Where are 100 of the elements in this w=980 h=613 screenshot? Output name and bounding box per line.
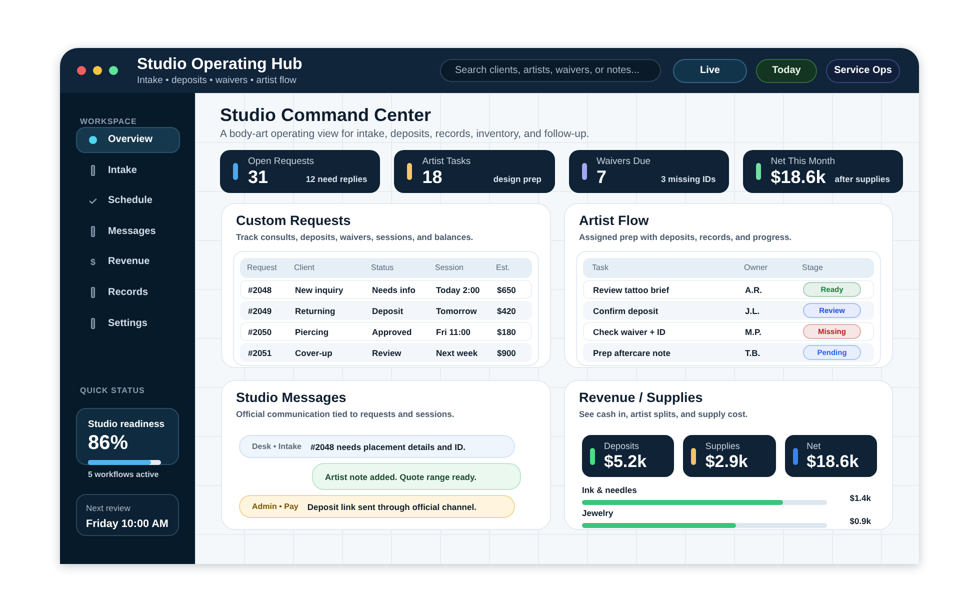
- column-header: Status: [371, 263, 395, 273]
- table-cell-text: M.P.: [745, 326, 762, 336]
- bar-icon: [91, 287, 95, 298]
- page-title: Studio Command Center: [220, 104, 432, 126]
- panel-title: Custom Requests: [235, 213, 352, 229]
- table-row[interactable]: #2049 Returning Deposit Tomorrow $420: [240, 301, 532, 320]
- table-cell-text: Piercing: [295, 326, 330, 336]
- message-text: Artist note added. Quote range ready.: [325, 472, 476, 482]
- bar-icon: [91, 318, 95, 330]
- table-cell-text: Approved: [372, 326, 413, 336]
- column-header: Stage: [802, 263, 824, 273]
- sender-label: Desk • Intake: [252, 442, 302, 452]
- panel-subtitle: Track consults, deposits, waivers, sessions, and balances.: [235, 232, 474, 243]
- live-button[interactable]: Live: [673, 58, 747, 82]
- next-review-value: Friday 10:00 AM: [86, 517, 169, 532]
- panel-title: Revenue / Supplies: [578, 390, 704, 406]
- table-cell-text: Next week: [436, 348, 479, 358]
- search-field[interactable]: Search clients, artists, waivers, or notes...: [440, 59, 661, 82]
- table-cell-text: New inquiry: [295, 284, 344, 294]
- table-cell-text: $900: [497, 348, 517, 358]
- workflow-count: 5 workflows active: [87, 470, 160, 480]
- stat-label: Artist Tasks: [422, 156, 472, 167]
- table-cell-text: #2049: [248, 306, 273, 316]
- panel-title: Artist Flow: [578, 213, 650, 229]
- nav-item[interactable]: Intake: [76, 158, 180, 184]
- nav-item[interactable]: Settings: [76, 310, 180, 337]
- table-cell-text: #2051: [248, 348, 273, 358]
- message-text: #2048 needs placement details and ID.: [310, 442, 466, 452]
- page-subtitle: A body-art operating view for intake, deposits, records, inventory, and follow-up.: [220, 128, 590, 141]
- table-cell-text: Prep aftercare note: [593, 348, 672, 358]
- table-cell-text: Review tattoo brief: [593, 284, 670, 294]
- nav-item[interactable]: Messages: [76, 218, 180, 245]
- table-cell-text: $180: [497, 326, 517, 336]
- table-row[interactable]: #2051 Cover-up Review Next week $900: [240, 343, 532, 362]
- bar-icon: [91, 226, 95, 238]
- next-review-label: Next review: [86, 503, 132, 514]
- table-cell-text: Tomorrow: [436, 306, 478, 316]
- table-row[interactable]: #2048 New inquiry Needs info Today 2:00 $650: [240, 280, 532, 299]
- panel-subtitle: Assigned prep with deposits, records, and progress.: [578, 232, 793, 243]
- app-title: Studio Operating Hub: [137, 54, 302, 74]
- column-header: Task: [592, 263, 610, 273]
- dot-icon: [89, 136, 97, 144]
- bar-icon: [91, 165, 95, 176]
- stat-label: Waivers Due: [596, 156, 652, 167]
- stat-value: 18: [422, 167, 442, 187]
- revenue-value: $2.9k: [705, 452, 748, 471]
- stat-note: after supplies: [834, 174, 890, 185]
- table-cell-text: J.L.: [745, 306, 761, 316]
- window-minimize-icon[interactable]: [93, 66, 102, 75]
- column-header: Client: [294, 263, 316, 273]
- table-row[interactable]: #2050 Piercing Approved Fri 11:00 $180: [240, 322, 532, 341]
- table-cell-text: Review: [372, 348, 402, 358]
- stat-note: 12 need replies: [306, 174, 368, 185]
- table-cell-text: #2048: [248, 284, 273, 294]
- column-header: Owner: [744, 263, 769, 273]
- revenue-label: Net: [806, 441, 822, 452]
- message-text: Deposit link sent through official channel.: [307, 502, 476, 512]
- panel-subtitle: See cash in, artist splits, and supply cost.: [578, 409, 749, 420]
- nav-item[interactable]: Overview: [76, 127, 180, 153]
- table-cell-text: Deposit: [372, 306, 404, 316]
- stat-label: Net This Month: [770, 156, 836, 167]
- stat-label: Open Requests: [248, 156, 316, 167]
- table-cell-text: Needs info: [372, 284, 416, 294]
- nav-item[interactable]: Schedule: [76, 188, 180, 214]
- panel-subtitle: Official communication tied to requests and sessions.: [235, 409, 456, 420]
- stat-value: 7: [596, 167, 607, 187]
- check-icon: [89, 198, 97, 204]
- sender-label: Admin • Pay: [252, 502, 298, 512]
- window-maximize-icon[interactable]: [109, 66, 118, 75]
- nav-item[interactable]: Records: [76, 280, 180, 306]
- table-cell-text: #2050: [248, 326, 273, 336]
- today-button[interactable]: Today: [756, 58, 817, 82]
- supply-label: Jewelry: [582, 508, 614, 518]
- supply-label: Ink & needles: [582, 485, 638, 495]
- column-header: Session: [435, 263, 464, 273]
- table-cell-text: Returning: [295, 306, 336, 316]
- service-ops-button[interactable]: Service Ops: [826, 58, 900, 82]
- table-cell-text: Cover-up: [295, 348, 334, 358]
- column-header: Est.: [496, 263, 511, 273]
- table-cell-text: $650: [497, 284, 517, 294]
- nav-item[interactable]: $ Revenue: [76, 249, 180, 276]
- table-cell-text: $420: [497, 306, 517, 316]
- revenue-value: $5.2k: [604, 452, 647, 471]
- table-cell-text: Check waiver + ID: [593, 326, 667, 336]
- revenue-label: Deposits: [604, 441, 640, 452]
- app-subtitle: Intake • deposits • waivers • artist flow: [137, 74, 298, 86]
- section-label: QUICK STATUS: [79, 386, 146, 396]
- panel-title: Studio Messages: [235, 390, 348, 406]
- column-header: Request: [247, 263, 278, 273]
- supply-value: $1.4k: [850, 493, 871, 503]
- supply-value: $0.9k: [850, 516, 871, 526]
- stat-value: $18.6k: [770, 167, 826, 187]
- table-cell-text: Today 2:00: [436, 284, 481, 294]
- window-close-icon[interactable]: [77, 66, 86, 75]
- readiness-label: Studio readiness: [88, 418, 166, 431]
- section-label: WORKSPACE: [79, 117, 138, 127]
- stat-value: 31: [248, 167, 268, 187]
- stat-note: 3 missing IDs: [660, 174, 716, 185]
- table-cell-text: Fri 11:00: [436, 326, 472, 336]
- stat-note: design prep: [493, 174, 542, 185]
